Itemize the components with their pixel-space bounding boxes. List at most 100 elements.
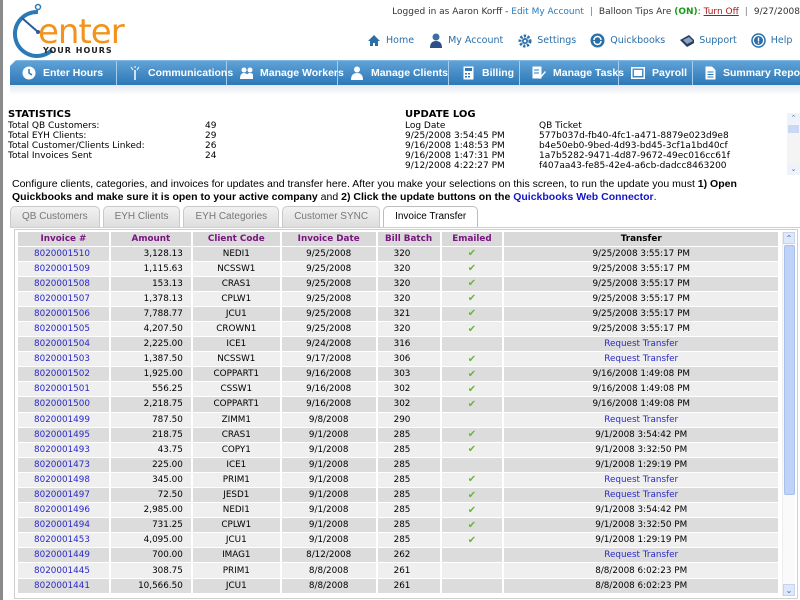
web-connector-link[interactable]: Quickbooks Web Connector <box>513 191 653 203</box>
emailed-cell <box>440 577 505 594</box>
scroll-thumb[interactable] <box>784 245 795 495</box>
invoice-number-link[interactable]: 8020001494 <box>18 517 111 533</box>
invoice-number-link[interactable]: 8020001495 <box>18 426 111 443</box>
tab-qb-customers[interactable]: QB Customers <box>10 206 100 227</box>
column-header-amount[interactable]: Amount <box>109 232 193 246</box>
column-header-emailed[interactable]: Emailed <box>440 232 505 246</box>
table-row: 8020001497 72.50 JESD1 9/1/2008 285 ✔ Request … <box>18 486 780 503</box>
nav-manage-clients[interactable]: Manage Clients <box>338 61 449 85</box>
bill-batch-cell: 285 <box>376 456 442 473</box>
table-row: 8020001445 308.75 PRIM1 8/8/2008 261 8/8/2008… <box>18 562 780 579</box>
invoice-number-link[interactable]: 8020001503 <box>18 351 111 367</box>
quicknav-label: Quickbooks <box>610 35 666 46</box>
invoice-number-link[interactable]: 8020001453 <box>18 532 111 548</box>
nav-manage-workers[interactable]: Manage Workers <box>227 61 344 85</box>
invoice-number-link[interactable]: 8020001497 <box>18 486 111 503</box>
log-ticket: b4e50eb0-9bed-4d93-bd45-3cf1a1bd40cf <box>539 141 728 151</box>
amount-cell: 1,387.50 <box>109 351 193 367</box>
invoice-number-link[interactable]: 8020001449 <box>18 547 111 563</box>
quicknav-home[interactable]: Home <box>366 33 414 48</box>
invoice-number-link[interactable]: 8020001505 <box>18 320 111 337</box>
logo[interactable]: enter YOUR HOURS <box>8 2 125 58</box>
edit-account-link[interactable]: Edit My Account <box>511 7 584 17</box>
client-code-cell: CPLW1 <box>191 290 282 307</box>
scroll-down-icon[interactable]: ⌄ <box>787 164 800 175</box>
log-header-row: Log Date QB Ticket <box>405 121 785 131</box>
invoice-number-link[interactable]: 8020001507 <box>18 290 111 307</box>
quicknav-quickbooks[interactable]: Quickbooks <box>590 33 665 48</box>
scroll-thumb[interactable] <box>788 125 799 133</box>
invoice-number-link[interactable]: 8020001506 <box>18 305 111 322</box>
quicknav-label: Settings <box>537 35 577 46</box>
request-transfer-link[interactable]: Request Transfer <box>604 354 678 364</box>
column-header-invoice[interactable]: Invoice # <box>18 232 111 246</box>
invoice-number-link[interactable]: 8020001498 <box>18 471 111 488</box>
quicknav-my-account[interactable]: My Account <box>428 33 503 48</box>
table-row: 8020001504 2,225.00 ICE1 9/24/2008 316 Reques… <box>18 336 780 352</box>
log-ticket: 1a7b5282-9471-4d87-9672-49ec016cc61f <box>539 151 730 161</box>
nav-enter-hours[interactable]: Enter Hours <box>10 61 117 85</box>
nav-label: Manage Workers <box>260 67 344 79</box>
nav-summary-reports[interactable]: Summary Reports <box>693 61 800 85</box>
nav-manage-tasks[interactable]: Manage Tasks <box>520 61 624 85</box>
tab-customer-sync[interactable]: Customer SYNC <box>282 206 381 227</box>
instructions-text: Configure clients, categories, and invoi… <box>12 178 792 204</box>
stat-value: 29 <box>205 131 217 141</box>
nav-payroll[interactable]: Payroll <box>619 61 693 85</box>
request-transfer-link[interactable]: Request Transfer <box>604 475 678 485</box>
column-header-transfer[interactable]: Transfer <box>503 232 780 246</box>
invoice-number-link[interactable]: 8020001502 <box>18 366 111 382</box>
column-header-client-code[interactable]: Client Code <box>191 232 282 246</box>
transfer-cell: 9/1/2008 3:54:42 PM <box>503 502 780 518</box>
nav-billing[interactable]: Billing <box>449 61 520 85</box>
invoice-number-link[interactable]: 8020001500 <box>18 396 111 413</box>
amount-cell: 225.00 <box>109 456 193 473</box>
update-log-scrollbar[interactable]: ⌃ ⌄ <box>787 113 800 175</box>
transfer-cell: 8/8/2008 6:02:23 PM <box>503 577 780 594</box>
request-transfer-link[interactable]: Request Transfer <box>604 415 678 425</box>
table-scrollbar[interactable]: ⌃ ⌄ <box>782 232 795 596</box>
main-nav: Enter Hours Communications Manage Worker… <box>10 60 800 85</box>
invoice-number-link[interactable]: 8020001441 <box>18 577 111 594</box>
quicknav-settings[interactable]: Settings <box>517 33 576 48</box>
invoice-number-link[interactable]: 8020001510 <box>18 245 111 262</box>
tab-eyh-clients[interactable]: EYH Clients <box>102 206 181 227</box>
client-code-cell: COPPART1 <box>191 366 282 382</box>
client-code-cell: CPLW1 <box>191 517 282 533</box>
request-transfer-link[interactable]: Request Transfer <box>604 490 678 500</box>
invoice-number-link[interactable]: 8020001509 <box>18 260 111 277</box>
transfer-timestamp: 9/1/2008 3:32:50 PM <box>595 444 688 455</box>
amount-cell: 2,225.00 <box>109 336 193 352</box>
stat-row: Total Invoices Sent 24 <box>8 151 248 161</box>
invoice-number-link[interactable]: 8020001473 <box>18 456 111 473</box>
invoice-number-link[interactable]: 8020001445 <box>18 562 111 579</box>
log-row: 9/25/2008 3:54:45 PM 577b037d-fb40-4fc1-… <box>405 131 785 141</box>
quicknav-help[interactable]: Help <box>751 33 792 48</box>
quicknav-support[interactable]: Support <box>679 33 737 48</box>
scroll-up-icon[interactable]: ⌃ <box>787 113 800 124</box>
scroll-down-icon[interactable]: ⌄ <box>783 584 795 596</box>
update-log-title: UPDATE LOG <box>405 109 476 120</box>
scroll-up-icon[interactable]: ⌃ <box>783 232 795 244</box>
request-transfer-link[interactable]: Request Transfer <box>604 339 678 349</box>
invoice-number-link[interactable]: 8020001496 <box>18 502 111 518</box>
column-header-bill-batch[interactable]: Bill Batch <box>376 232 442 246</box>
nav-communications[interactable]: Communications <box>117 61 233 85</box>
nav-label: Payroll <box>652 67 688 79</box>
tab-eyh-categories[interactable]: EYH Categories <box>183 206 280 227</box>
invoice-number-link[interactable]: 8020001493 <box>18 441 111 458</box>
bill-batch-cell: 261 <box>376 562 442 579</box>
request-transfer-link[interactable]: Request Transfer <box>604 550 678 560</box>
checkmark-icon: ✔ <box>467 489 477 501</box>
invoice-number-link[interactable]: 8020001508 <box>18 275 111 292</box>
client-code-cell: CSSW1 <box>191 381 282 397</box>
column-header-invoice-date[interactable]: Invoice Date <box>280 232 378 246</box>
invoice-number-link[interactable]: 8020001504 <box>18 336 111 352</box>
turn-off-link[interactable]: Turn Off <box>704 7 739 17</box>
invoice-date-cell: 9/1/2008 <box>280 517 378 533</box>
tab-invoice-transfer[interactable]: Invoice Transfer <box>383 206 479 228</box>
invoice-number-link[interactable]: 8020001499 <box>18 411 111 428</box>
invoice-date-cell: 9/1/2008 <box>280 502 378 518</box>
invoice-number-link[interactable]: 8020001501 <box>18 381 111 397</box>
amount-cell: 4,095.00 <box>109 532 193 548</box>
